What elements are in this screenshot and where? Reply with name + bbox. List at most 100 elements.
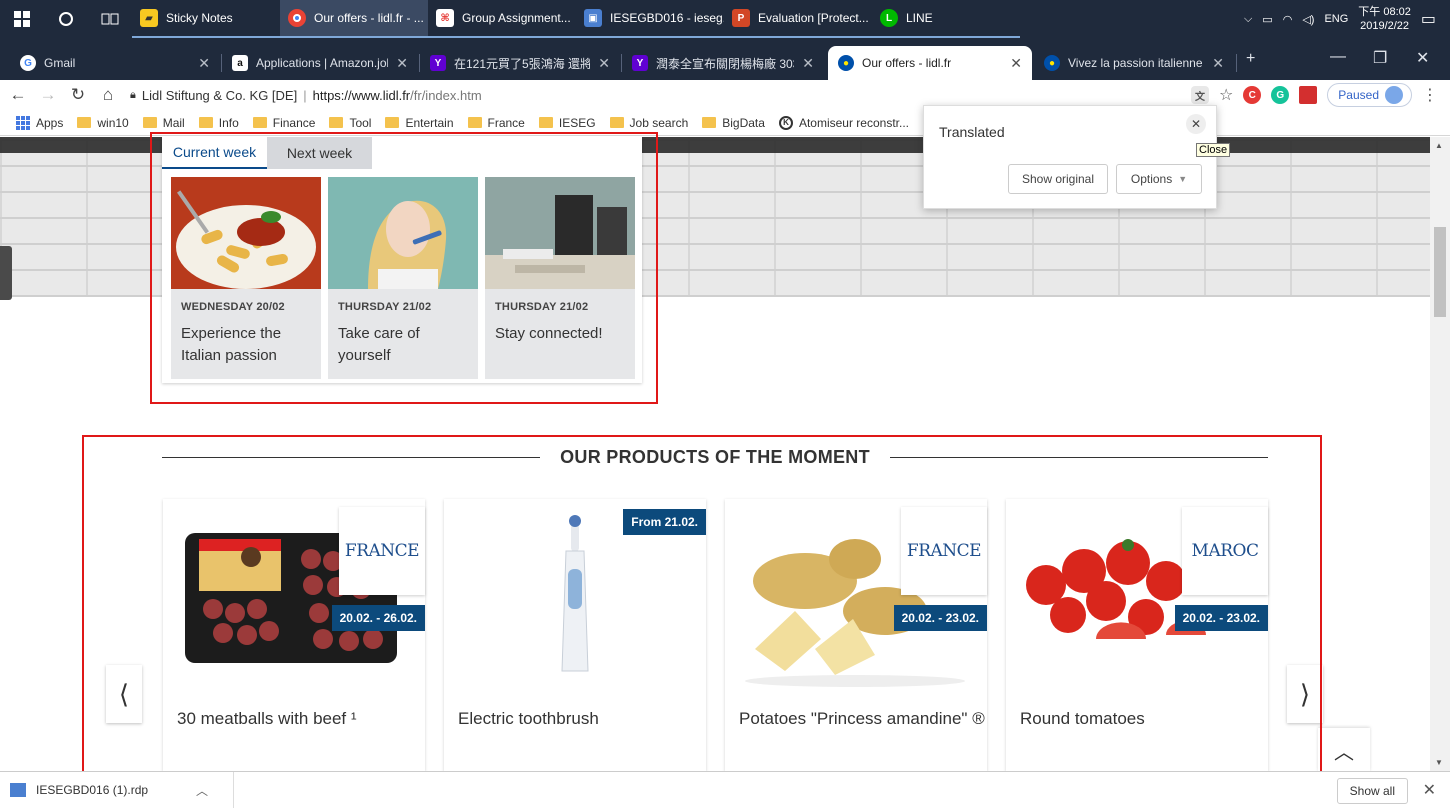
windows-start-icon[interactable]	[0, 0, 44, 38]
apps-grid-icon	[16, 115, 30, 130]
bookmark-job-search[interactable]: Job search	[609, 116, 688, 130]
extension-c-icon[interactable]: C	[1243, 86, 1262, 104]
tab-lidl-offers[interactable]: ● Our offers - lidl.fr ✕	[828, 46, 1032, 80]
product-card-toothbrush[interactable]: From 21.02. Electric toothbrush	[444, 499, 706, 771]
translate-popup: Translated ✕ Show original Options ▼	[923, 105, 1217, 209]
show-all-downloads-button[interactable]: Show all	[1336, 778, 1408, 804]
desk-computer-image	[485, 177, 635, 289]
page-scrollbar[interactable]: ▲ ▼	[1430, 137, 1450, 771]
offer-card-italian[interactable]: WEDNESDAY 20/02 Experience the Italian p…	[171, 177, 321, 379]
show-original-button[interactable]: Show original	[1008, 164, 1108, 194]
menu-kebab-icon[interactable]: ⋮	[1422, 85, 1438, 105]
bookmark-france[interactable]: France	[467, 116, 525, 130]
bookmark-tool[interactable]: Tool	[329, 116, 371, 130]
close-tab-icon[interactable]: ✕	[598, 55, 610, 72]
bookmark-star-icon[interactable]: ☆	[1219, 85, 1233, 105]
carousel-prev-button[interactable]: ⟨	[106, 665, 142, 723]
bookmark-win10[interactable]: win10	[77, 116, 129, 130]
site-owner: Lidl Stiftung & Co. KG [DE]	[141, 87, 298, 103]
product-card-meatballs[interactable]: FRANCE 20.02. - 26.02. 30 meatballs with…	[163, 499, 425, 771]
weekly-offers-widget: Current week Next week WEDNESDAY 20/02 E…	[162, 137, 642, 383]
tab-amazon-jobs[interactable]: a Applications | Amazon.jobs ✕	[222, 46, 418, 80]
translate-close-icon[interactable]: ✕	[1186, 114, 1206, 134]
amazon-icon: a	[232, 55, 248, 71]
extension-red-icon[interactable]	[1299, 86, 1318, 104]
cortana-search-icon[interactable]	[44, 0, 88, 38]
availability-badge: From 21.02.	[623, 509, 706, 535]
download-item[interactable]: IESEGBD016 (1).rdp ︿	[0, 771, 234, 808]
profile-paused-button[interactable]: Paused	[1327, 83, 1412, 107]
offer-card-self-care[interactable]: THURSDAY 21/02 Take care of yourself	[328, 177, 478, 379]
chevron-up-icon[interactable]: ⌵	[1244, 13, 1252, 26]
chevron-left-icon: ⟨	[118, 678, 130, 709]
task-view-icon[interactable]	[88, 0, 132, 38]
offer-card-connected[interactable]: THURSDAY 21/02 Stay connected!	[485, 177, 635, 379]
folder-icon	[385, 117, 400, 128]
bookmark-mail[interactable]: Mail	[142, 116, 185, 130]
back-to-top-button[interactable]: ︿	[1318, 728, 1370, 771]
close-tab-icon[interactable]: ✕	[198, 55, 210, 72]
bookmark-finance[interactable]: Finance	[252, 116, 315, 130]
notifications-icon[interactable]: ▭	[1421, 9, 1436, 29]
new-tab-icon[interactable]: +	[1246, 50, 1255, 68]
carousel-next-button[interactable]: ⟩	[1287, 665, 1323, 723]
battery-icon[interactable]: ▭	[1262, 13, 1272, 26]
back-arrow-icon[interactable]: ←	[6, 85, 30, 105]
scroll-up-icon[interactable]: ▲	[1435, 141, 1443, 150]
tab-yahoo-news-2[interactable]: Y 潤泰全宣布關閉楊梅廠 303員 ✕	[622, 46, 824, 80]
tab-gmail[interactable]: G Gmail ✕	[10, 46, 220, 80]
taskbar-app-pdf[interactable]: ⌘ Group Assignment...	[428, 0, 576, 38]
origin-label-france: FRANCE	[339, 507, 425, 595]
close-tab-icon[interactable]: ✕	[1212, 55, 1224, 72]
scroll-down-icon[interactable]: ▼	[1435, 758, 1443, 767]
product-card-potatoes[interactable]: FRANCE 20.02. - 23.02. Potatoes "Princes…	[725, 499, 987, 771]
page-viewport: Current week Next week WEDNESDAY 20/02 E…	[0, 137, 1430, 771]
bookmark-apps[interactable]: Apps	[16, 115, 63, 130]
scrollbar-thumb[interactable]	[1434, 227, 1446, 317]
taskbar-app-line[interactable]: L LINE	[872, 0, 1020, 38]
taskbar-app-chrome[interactable]: Our offers - lidl.fr - ...	[280, 0, 428, 38]
taskbar-app-sticky-notes[interactable]: ▰ Sticky Notes	[132, 0, 280, 38]
bookmark-atomiseur[interactable]: K Atomiseur reconstr...	[778, 115, 909, 130]
product-card-tomatoes[interactable]: MAROC 20.02. - 23.02. Round tomatoes	[1006, 499, 1268, 771]
folder-icon	[329, 117, 344, 128]
sticky-notes-icon: ▰	[140, 9, 158, 27]
language-indicator[interactable]: ENG	[1324, 13, 1348, 25]
tab-next-week[interactable]: Next week	[267, 137, 372, 169]
clock[interactable]: 下午 08:02 2019/2/22	[1358, 5, 1411, 33]
bookmark-entertain[interactable]: Entertain	[385, 116, 454, 130]
volume-icon[interactable]: ◁)	[1302, 13, 1314, 26]
offer-date: WEDNESDAY 20/02	[181, 301, 285, 313]
offer-title: Take care of yourself	[338, 325, 420, 364]
restore-icon[interactable]: ❐	[1373, 48, 1387, 68]
taskbar-app-remote-desktop[interactable]: ▣ IESEGBD016 - ieseg...	[576, 0, 724, 38]
wifi-icon[interactable]: ◠	[1283, 13, 1293, 26]
close-tab-icon[interactable]: ✕	[802, 55, 814, 72]
bookmark-info[interactable]: Info	[198, 116, 239, 130]
folder-icon	[609, 117, 624, 128]
minimize-icon[interactable]: —	[1330, 48, 1346, 66]
bookmark-bigdata[interactable]: BigData	[702, 116, 765, 130]
tab-current-week[interactable]: Current week	[162, 137, 267, 169]
tab-yahoo-news-1[interactable]: Y 在121元買了5張鴻海 還將同 ✕	[420, 46, 620, 80]
side-panel-handle[interactable]	[0, 246, 12, 300]
home-icon[interactable]: ⌂	[96, 85, 120, 105]
address-bar[interactable]: 🔒︎ Lidl Stiftung & Co. KG [DE] | https:/…	[130, 88, 482, 103]
translate-options-button[interactable]: Options ▼	[1116, 164, 1202, 194]
translate-icon[interactable]: 文	[1190, 86, 1209, 104]
close-tab-icon[interactable]: ✕	[396, 55, 408, 72]
pdf-icon: ⌘	[436, 9, 454, 27]
bookmark-ieseg[interactable]: IESEG	[538, 116, 596, 130]
close-tab-icon[interactable]: ✕	[1010, 55, 1022, 72]
tab-lidl-italian[interactable]: ● Vivez la passion italienne me ✕	[1034, 46, 1234, 80]
close-download-shelf-icon[interactable]: ✕	[1423, 780, 1436, 800]
chevron-up-icon[interactable]: ︿	[196, 782, 208, 799]
origin-label-france: FRANCE	[901, 507, 987, 595]
taskbar-app-powerpoint[interactable]: P Evaluation [Protect...	[724, 0, 872, 38]
forward-arrow-icon[interactable]: →	[36, 85, 60, 105]
chrome-icon	[288, 9, 306, 27]
window-close-icon[interactable]: ✕	[1416, 48, 1429, 68]
reload-icon[interactable]: ↻	[66, 85, 90, 105]
grammarly-icon[interactable]: G	[1271, 86, 1290, 104]
folder-icon	[702, 117, 717, 128]
